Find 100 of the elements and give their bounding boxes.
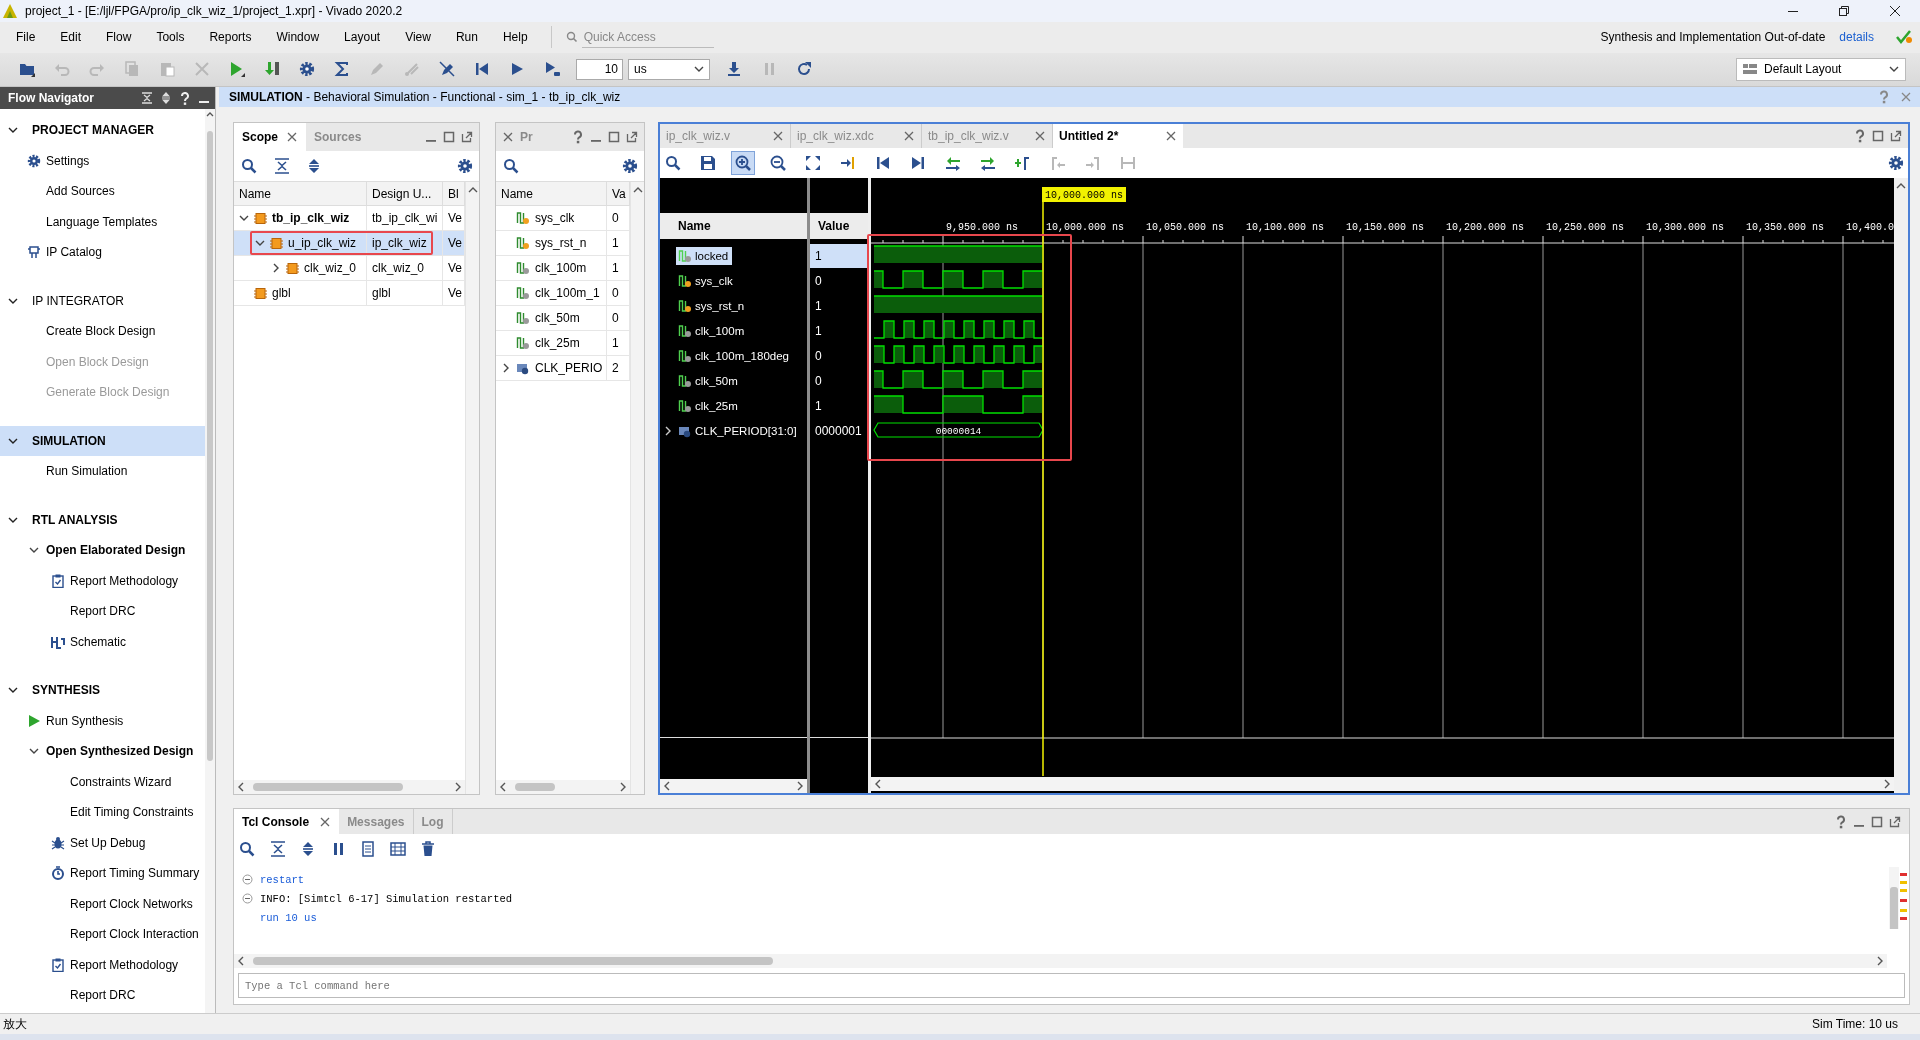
signal-name[interactable]: clk_100m xyxy=(676,321,749,340)
expand-all-icon[interactable] xyxy=(300,841,316,858)
layout-select[interactable]: Default Layout xyxy=(1736,57,1906,81)
column-header[interactable]: Value xyxy=(810,213,868,240)
table-icon[interactable] xyxy=(390,841,406,858)
scrollbar-thumb[interactable] xyxy=(515,783,555,792)
signal-name[interactable]: locked xyxy=(676,246,733,265)
nav-item[interactable]: Run Simulation xyxy=(0,456,205,487)
document-icon[interactable] xyxy=(360,841,376,858)
menu-item[interactable]: Tools xyxy=(154,27,187,48)
signal-name[interactable]: CLK_PERIOD[31:0] xyxy=(676,421,801,440)
expand-all-icon[interactable] xyxy=(306,158,322,175)
scrollbar[interactable] xyxy=(234,954,1887,969)
menu-item[interactable]: Reports xyxy=(207,27,254,48)
section-header[interactable]: RTL ANALYSIS xyxy=(0,504,205,536)
fold-icon[interactable] xyxy=(241,874,253,886)
nav-item[interactable]: Report Methodology xyxy=(0,565,205,597)
help-icon[interactable] xyxy=(572,130,584,145)
expand-all-icon[interactable] xyxy=(161,92,171,105)
restore-icon[interactable] xyxy=(1838,4,1850,17)
settings-icon[interactable] xyxy=(1888,155,1904,172)
editor-tab[interactable]: Untitled 2* xyxy=(1053,124,1183,149)
column-header[interactable]: Name xyxy=(496,182,607,206)
chevron-right-icon[interactable] xyxy=(271,263,281,274)
settings-icon[interactable] xyxy=(457,158,473,175)
nav-item[interactable]: Open Elaborated Design xyxy=(0,535,205,566)
menu-item[interactable]: Help xyxy=(500,27,530,48)
signal-name[interactable]: sys_clk xyxy=(676,271,737,290)
float-icon[interactable] xyxy=(626,130,638,145)
nav-item[interactable]: Settings xyxy=(0,145,205,177)
collapse-all-icon[interactable] xyxy=(274,158,290,175)
nav-item[interactable]: Report Clock Interaction xyxy=(0,919,205,950)
help-icon[interactable] xyxy=(1835,814,1847,829)
signal-name[interactable]: clk_50m xyxy=(676,371,742,390)
menu-item[interactable]: Run xyxy=(453,27,480,48)
scrollbar[interactable] xyxy=(205,109,215,1014)
column-header[interactable]: Design U... xyxy=(367,182,443,206)
chevron-down-icon[interactable] xyxy=(8,296,18,306)
menu-item[interactable]: Flow xyxy=(104,27,134,48)
section-header[interactable]: SIMULATION xyxy=(0,425,205,457)
nav-item[interactable]: Report Timing Summary xyxy=(0,858,205,889)
details-link[interactable]: details xyxy=(1839,30,1874,45)
signal-name[interactable]: sys_rst_n xyxy=(676,296,749,315)
help-icon[interactable] xyxy=(1854,129,1866,144)
chevron-right-icon[interactable] xyxy=(663,425,673,436)
menu-item[interactable]: File xyxy=(14,27,38,48)
chevron-down-icon[interactable] xyxy=(8,515,18,525)
close-icon[interactable] xyxy=(1889,4,1901,17)
scroll-right-icon[interactable] xyxy=(796,781,804,792)
tree-row[interactable]: glbl glbl Ve xyxy=(234,281,465,307)
nav-item[interactable]: Report DRC xyxy=(0,596,205,627)
float-icon[interactable] xyxy=(461,130,473,145)
maximize-icon[interactable] xyxy=(443,130,455,145)
section-header[interactable]: PROJECT MANAGER xyxy=(0,115,205,146)
nav-item[interactable]: Add Sources xyxy=(0,176,205,207)
maximize-icon[interactable] xyxy=(608,130,620,145)
fold-icon[interactable] xyxy=(241,893,253,905)
section-header[interactable]: SYNTHESIS xyxy=(0,675,205,706)
menu-item[interactable]: Layout xyxy=(342,27,383,48)
nav-item[interactable]: IP Catalog xyxy=(0,237,205,268)
nav-item[interactable]: Run Synthesis xyxy=(0,705,205,737)
time-unit-select[interactable]: us xyxy=(628,58,710,80)
nav-item[interactable]: Report Methodology xyxy=(0,949,205,981)
scroll-right-icon[interactable] xyxy=(1876,956,1884,967)
nav-item[interactable]: Schematic xyxy=(0,626,205,658)
maximize-icon[interactable] xyxy=(1871,814,1883,829)
menu-item[interactable]: View xyxy=(403,27,433,48)
scroll-up-icon[interactable] xyxy=(1896,182,1906,190)
nav-item[interactable]: Open Synthesized Design xyxy=(0,736,205,767)
scrollbar-thumb[interactable] xyxy=(253,783,403,792)
settings-icon[interactable] xyxy=(622,158,638,175)
search-icon[interactable] xyxy=(502,157,520,176)
nav-item[interactable]: Constraints Wizard xyxy=(0,766,205,798)
scrollbar[interactable] xyxy=(1894,178,1908,794)
scroll-left-icon[interactable] xyxy=(874,779,882,790)
scroll-right-icon[interactable] xyxy=(1883,779,1891,790)
scroll-up-icon[interactable] xyxy=(206,111,214,118)
scrollbar[interactable] xyxy=(496,780,630,795)
maximize-icon[interactable] xyxy=(1872,129,1884,144)
float-icon[interactable] xyxy=(1890,129,1902,144)
panel-tab[interactable]: Tcl Console xyxy=(234,809,340,835)
nav-item[interactable]: Report DRC xyxy=(0,980,205,1011)
scrollbar-thumb[interactable] xyxy=(253,957,773,966)
nav-item[interactable]: Create Block Design xyxy=(0,316,205,347)
quick-access-field[interactable]: Quick Access xyxy=(581,26,714,49)
signal-name[interactable]: clk_100m_180deg xyxy=(676,346,793,365)
column-header[interactable]: Name xyxy=(234,182,367,206)
scroll-left-icon[interactable] xyxy=(237,782,245,793)
scrollbar[interactable] xyxy=(871,777,1894,792)
nav-item[interactable]: Edit Timing Constraints xyxy=(0,797,205,828)
tree-row[interactable]: clk_wiz_0 clk_wiz_0 Ve xyxy=(234,256,465,282)
scroll-right-icon[interactable] xyxy=(454,782,462,793)
nav-item[interactable]: Set Up Debug xyxy=(0,827,205,859)
zoom-in-icon[interactable] xyxy=(732,152,754,175)
nav-item[interactable]: Report Clock Networks xyxy=(0,888,205,920)
menu-item[interactable]: Window xyxy=(274,27,322,48)
search-icon[interactable] xyxy=(240,157,258,176)
panel-tab[interactable]: Scope xyxy=(234,123,306,152)
scrollbar[interactable] xyxy=(234,780,465,795)
tcl-command-field[interactable]: Type a Tcl command here xyxy=(238,973,1905,999)
